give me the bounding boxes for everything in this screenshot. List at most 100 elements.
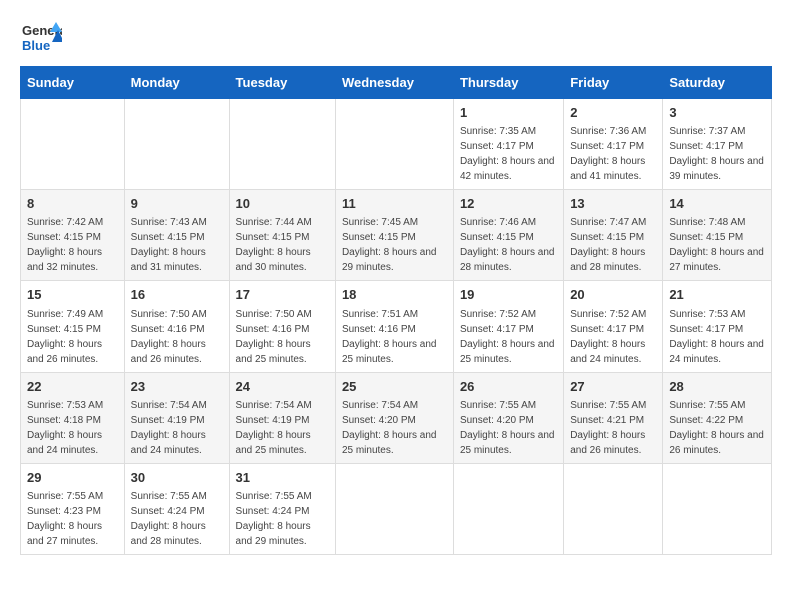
calendar-cell: 3 Sunrise: 7:37 AMSunset: 4:17 PMDayligh… (663, 99, 772, 190)
day-info: Sunrise: 7:42 AMSunset: 4:15 PMDaylight:… (27, 217, 103, 273)
day-info: Sunrise: 7:52 AMSunset: 4:17 PMDaylight:… (460, 309, 555, 365)
column-header-friday: Friday (564, 67, 663, 99)
calendar-cell: 8 Sunrise: 7:42 AMSunset: 4:15 PMDayligh… (21, 190, 125, 281)
calendar-header-row: SundayMondayTuesdayWednesdayThursdayFrid… (21, 67, 772, 99)
day-info: Sunrise: 7:55 AMSunset: 4:24 PMDaylight:… (131, 491, 207, 547)
day-number: 31 (236, 469, 329, 487)
calendar-cell: 14 Sunrise: 7:48 AMSunset: 4:15 PMDaylig… (663, 190, 772, 281)
day-info: Sunrise: 7:45 AMSunset: 4:15 PMDaylight:… (342, 217, 437, 273)
day-number: 25 (342, 378, 447, 396)
day-info: Sunrise: 7:55 AMSunset: 4:23 PMDaylight:… (27, 491, 103, 547)
day-info: Sunrise: 7:49 AMSunset: 4:15 PMDaylight:… (27, 309, 103, 365)
day-number: 26 (460, 378, 557, 396)
day-number: 27 (570, 378, 656, 396)
day-number: 21 (669, 286, 765, 304)
day-number: 24 (236, 378, 329, 396)
calendar-cell (663, 463, 772, 554)
calendar-cell: 29 Sunrise: 7:55 AMSunset: 4:23 PMDaylig… (21, 463, 125, 554)
calendar-cell: 20 Sunrise: 7:52 AMSunset: 4:17 PMDaylig… (564, 281, 663, 372)
column-header-sunday: Sunday (21, 67, 125, 99)
day-number: 18 (342, 286, 447, 304)
calendar-cell: 30 Sunrise: 7:55 AMSunset: 4:24 PMDaylig… (124, 463, 229, 554)
calendar-week-row: 1 Sunrise: 7:35 AMSunset: 4:17 PMDayligh… (21, 99, 772, 190)
day-info: Sunrise: 7:54 AMSunset: 4:19 PMDaylight:… (236, 400, 312, 456)
calendar-cell: 28 Sunrise: 7:55 AMSunset: 4:22 PMDaylig… (663, 372, 772, 463)
day-number: 28 (669, 378, 765, 396)
calendar-cell: 25 Sunrise: 7:54 AMSunset: 4:20 PMDaylig… (335, 372, 453, 463)
day-info: Sunrise: 7:54 AMSunset: 4:20 PMDaylight:… (342, 400, 437, 456)
day-info: Sunrise: 7:44 AMSunset: 4:15 PMDaylight:… (236, 217, 312, 273)
calendar-cell: 18 Sunrise: 7:51 AMSunset: 4:16 PMDaylig… (335, 281, 453, 372)
day-number: 16 (131, 286, 223, 304)
calendar-cell: 10 Sunrise: 7:44 AMSunset: 4:15 PMDaylig… (229, 190, 335, 281)
calendar-cell: 21 Sunrise: 7:53 AMSunset: 4:17 PMDaylig… (663, 281, 772, 372)
calendar-cell (335, 99, 453, 190)
calendar-cell (124, 99, 229, 190)
calendar-cell (21, 99, 125, 190)
logo-svg: General Blue (20, 20, 62, 56)
day-info: Sunrise: 7:55 AMSunset: 4:22 PMDaylight:… (669, 400, 764, 456)
day-number: 2 (570, 104, 656, 122)
column-header-monday: Monday (124, 67, 229, 99)
day-number: 23 (131, 378, 223, 396)
calendar-week-row: 29 Sunrise: 7:55 AMSunset: 4:23 PMDaylig… (21, 463, 772, 554)
day-number: 13 (570, 195, 656, 213)
day-info: Sunrise: 7:43 AMSunset: 4:15 PMDaylight:… (131, 217, 207, 273)
calendar-table: SundayMondayTuesdayWednesdayThursdayFrid… (20, 66, 772, 555)
day-number: 14 (669, 195, 765, 213)
day-info: Sunrise: 7:55 AMSunset: 4:20 PMDaylight:… (460, 400, 555, 456)
day-info: Sunrise: 7:36 AMSunset: 4:17 PMDaylight:… (570, 126, 646, 182)
calendar-cell: 24 Sunrise: 7:54 AMSunset: 4:19 PMDaylig… (229, 372, 335, 463)
calendar-cell: 27 Sunrise: 7:55 AMSunset: 4:21 PMDaylig… (564, 372, 663, 463)
calendar-cell: 26 Sunrise: 7:55 AMSunset: 4:20 PMDaylig… (453, 372, 563, 463)
calendar-cell: 1 Sunrise: 7:35 AMSunset: 4:17 PMDayligh… (453, 99, 563, 190)
calendar-cell: 2 Sunrise: 7:36 AMSunset: 4:17 PMDayligh… (564, 99, 663, 190)
day-number: 30 (131, 469, 223, 487)
svg-text:Blue: Blue (22, 38, 50, 53)
calendar-week-row: 8 Sunrise: 7:42 AMSunset: 4:15 PMDayligh… (21, 190, 772, 281)
calendar-cell (564, 463, 663, 554)
day-info: Sunrise: 7:55 AMSunset: 4:24 PMDaylight:… (236, 491, 312, 547)
column-header-thursday: Thursday (453, 67, 563, 99)
day-number: 29 (27, 469, 118, 487)
day-info: Sunrise: 7:55 AMSunset: 4:21 PMDaylight:… (570, 400, 646, 456)
calendar-week-row: 15 Sunrise: 7:49 AMSunset: 4:15 PMDaylig… (21, 281, 772, 372)
day-number: 3 (669, 104, 765, 122)
day-info: Sunrise: 7:47 AMSunset: 4:15 PMDaylight:… (570, 217, 646, 273)
calendar-cell (335, 463, 453, 554)
logo: General Blue (20, 20, 62, 56)
day-number: 9 (131, 195, 223, 213)
day-info: Sunrise: 7:52 AMSunset: 4:17 PMDaylight:… (570, 309, 646, 365)
column-header-saturday: Saturday (663, 67, 772, 99)
calendar-cell (453, 463, 563, 554)
page-header: General Blue (20, 20, 772, 56)
calendar-cell: 22 Sunrise: 7:53 AMSunset: 4:18 PMDaylig… (21, 372, 125, 463)
day-number: 10 (236, 195, 329, 213)
calendar-cell: 23 Sunrise: 7:54 AMSunset: 4:19 PMDaylig… (124, 372, 229, 463)
day-number: 8 (27, 195, 118, 213)
calendar-cell: 16 Sunrise: 7:50 AMSunset: 4:16 PMDaylig… (124, 281, 229, 372)
day-number: 22 (27, 378, 118, 396)
day-info: Sunrise: 7:35 AMSunset: 4:17 PMDaylight:… (460, 126, 555, 182)
calendar-cell: 15 Sunrise: 7:49 AMSunset: 4:15 PMDaylig… (21, 281, 125, 372)
calendar-cell: 9 Sunrise: 7:43 AMSunset: 4:15 PMDayligh… (124, 190, 229, 281)
calendar-week-row: 22 Sunrise: 7:53 AMSunset: 4:18 PMDaylig… (21, 372, 772, 463)
day-number: 12 (460, 195, 557, 213)
column-header-tuesday: Tuesday (229, 67, 335, 99)
day-number: 17 (236, 286, 329, 304)
calendar-cell: 19 Sunrise: 7:52 AMSunset: 4:17 PMDaylig… (453, 281, 563, 372)
day-number: 20 (570, 286, 656, 304)
day-info: Sunrise: 7:51 AMSunset: 4:16 PMDaylight:… (342, 309, 437, 365)
day-info: Sunrise: 7:50 AMSunset: 4:16 PMDaylight:… (131, 309, 207, 365)
day-info: Sunrise: 7:53 AMSunset: 4:18 PMDaylight:… (27, 400, 103, 456)
calendar-cell (229, 99, 335, 190)
calendar-cell: 13 Sunrise: 7:47 AMSunset: 4:15 PMDaylig… (564, 190, 663, 281)
day-number: 15 (27, 286, 118, 304)
day-info: Sunrise: 7:48 AMSunset: 4:15 PMDaylight:… (669, 217, 764, 273)
column-header-wednesday: Wednesday (335, 67, 453, 99)
day-number: 1 (460, 104, 557, 122)
calendar-cell: 17 Sunrise: 7:50 AMSunset: 4:16 PMDaylig… (229, 281, 335, 372)
calendar-cell: 12 Sunrise: 7:46 AMSunset: 4:15 PMDaylig… (453, 190, 563, 281)
day-number: 11 (342, 195, 447, 213)
day-number: 19 (460, 286, 557, 304)
